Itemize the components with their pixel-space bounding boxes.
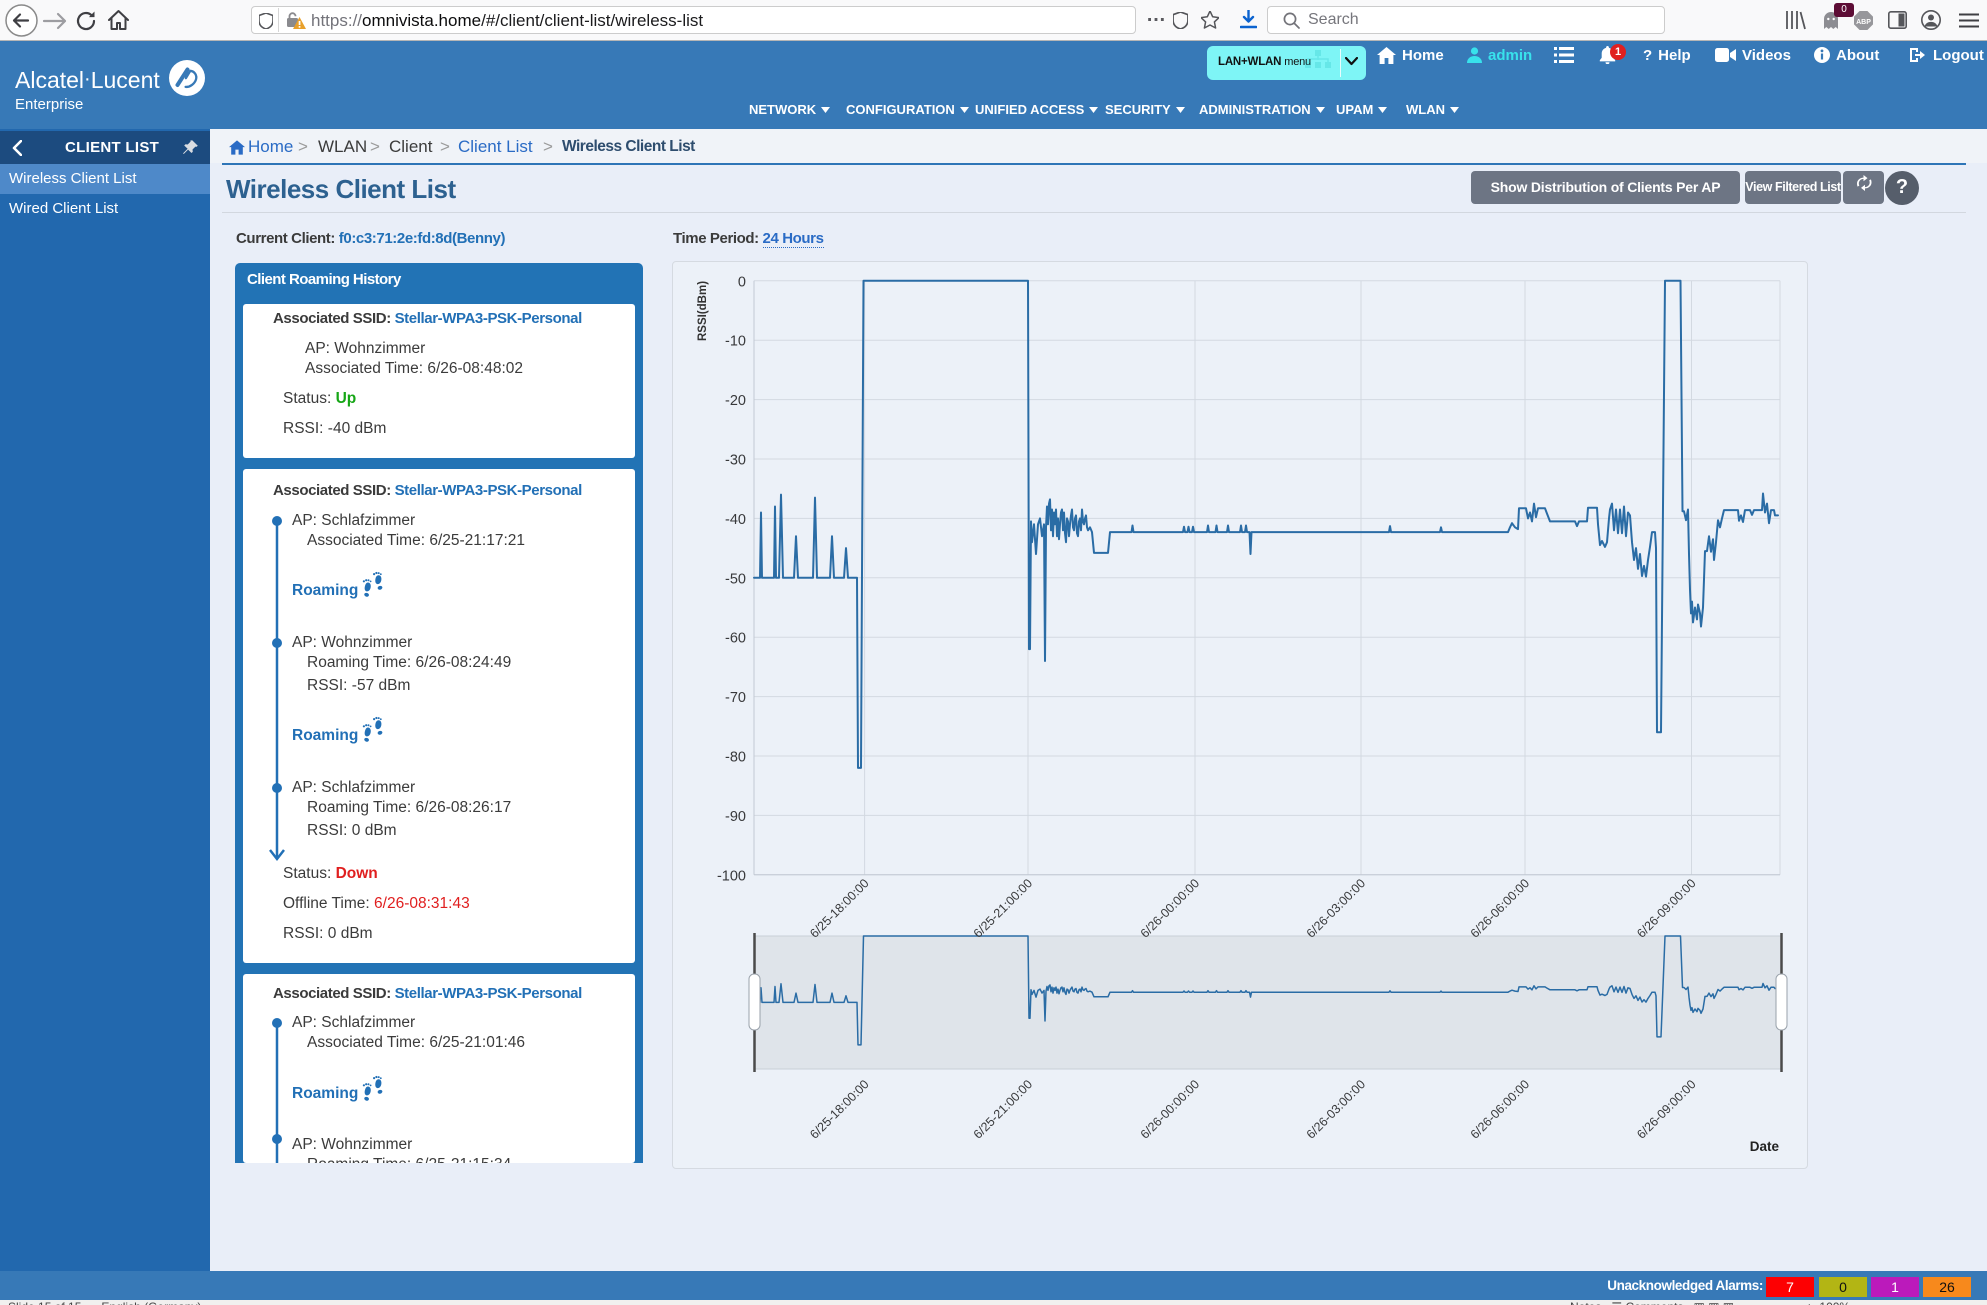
svg-text:6/26-09:00:00: 6/26-09:00:00	[1634, 876, 1698, 940]
svg-text:6/26-06:00:00: 6/26-06:00:00	[1468, 1077, 1532, 1141]
svg-text:6/25-18:00:00: 6/25-18:00:00	[807, 1077, 871, 1141]
svg-text:6/26-03:00:00: 6/26-03:00:00	[1304, 876, 1368, 940]
svg-text:RSSI(dBm): RSSI(dBm)	[697, 281, 709, 341]
svg-text:6/26-09:00:00: 6/26-09:00:00	[1634, 1077, 1698, 1141]
svg-text:6/26-03:00:00: 6/26-03:00:00	[1304, 1077, 1368, 1141]
svg-text:-10: -10	[725, 334, 746, 350]
svg-text:-70: -70	[725, 690, 746, 706]
svg-text:6/26-00:00:00: 6/26-00:00:00	[1138, 876, 1202, 940]
svg-text:-90: -90	[725, 809, 746, 825]
svg-text:6/25-21:00:00: 6/25-21:00:00	[971, 876, 1035, 940]
svg-text:-40: -40	[725, 512, 746, 528]
svg-text:Date: Date	[1750, 1139, 1780, 1154]
svg-text:-60: -60	[725, 631, 746, 647]
svg-text:ABP: ABP	[1856, 19, 1871, 26]
svg-text:6/25-21:00:00: 6/25-21:00:00	[971, 1077, 1035, 1141]
svg-text:6/25-18:00:00: 6/25-18:00:00	[807, 876, 871, 940]
svg-text:-50: -50	[725, 571, 746, 587]
svg-text:6/26-06:00:00: 6/26-06:00:00	[1468, 876, 1532, 940]
svg-text:-20: -20	[725, 393, 746, 409]
svg-text:6/26-00:00:00: 6/26-00:00:00	[1138, 1077, 1202, 1141]
svg-text:-30: -30	[725, 453, 746, 469]
svg-text:0: 0	[738, 274, 746, 290]
svg-text:-100: -100	[717, 868, 746, 884]
svg-text:-80: -80	[725, 750, 746, 766]
